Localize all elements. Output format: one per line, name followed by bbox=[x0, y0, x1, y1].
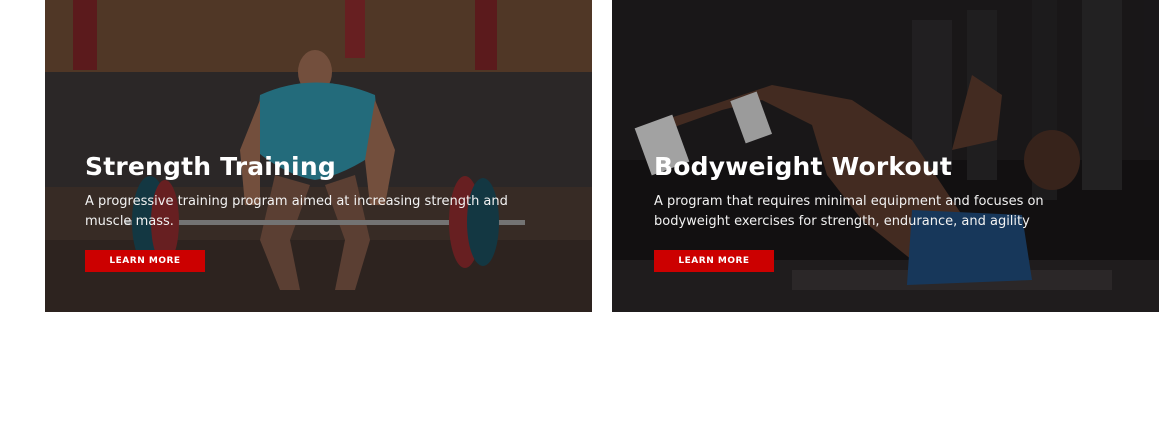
program-card-strength[interactable]: Strength Training A progressive training… bbox=[45, 0, 592, 312]
card-description: A progressive training program aimed at … bbox=[85, 194, 508, 229]
learn-more-button[interactable]: LEARN MORE bbox=[85, 250, 205, 272]
card-title: Strength Training bbox=[85, 152, 336, 181]
card-content: Bodyweight Workout A program that requir… bbox=[654, 150, 1074, 272]
card-description: A program that requires minimal equipmen… bbox=[654, 194, 1044, 229]
program-card-bodyweight[interactable]: Bodyweight Workout A program that requir… bbox=[612, 0, 1159, 312]
learn-more-button[interactable]: LEARN MORE bbox=[654, 250, 774, 272]
card-content: Strength Training A progressive training… bbox=[85, 150, 545, 272]
card-title: Bodyweight Workout bbox=[654, 152, 953, 181]
